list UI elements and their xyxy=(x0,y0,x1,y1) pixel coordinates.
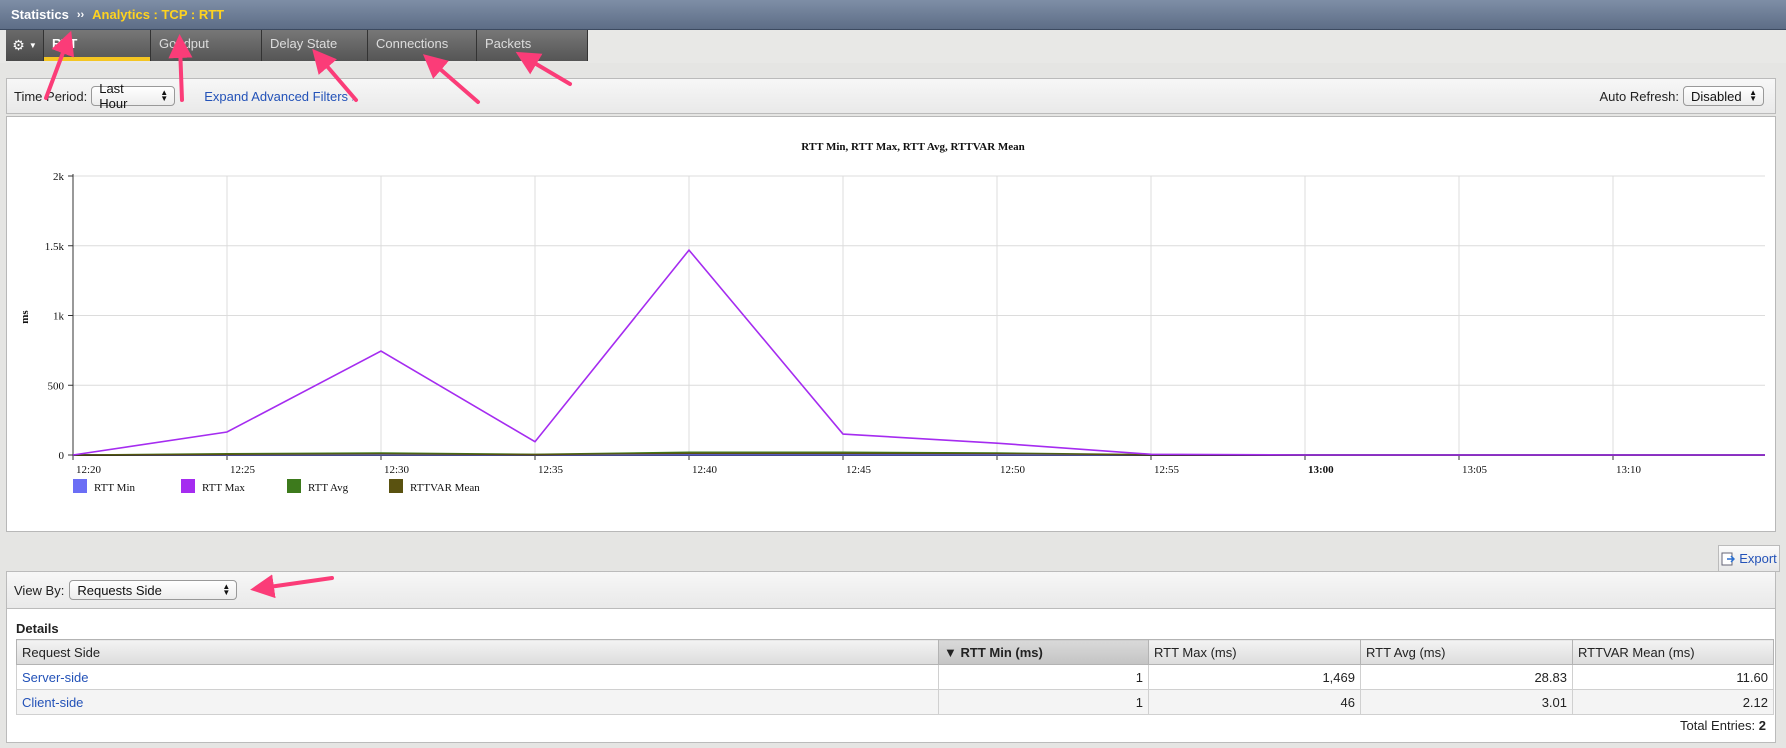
chart-title: RTT Min, RTT Max, RTT Avg, RTTVAR Mean xyxy=(801,141,1025,153)
table-row: Client-side 1 46 3.01 2.12 xyxy=(16,689,1774,715)
chart-legend: RTT Min RTT Max RTT Avg RTTVAR Mean xyxy=(73,479,480,494)
rtt-line-chart: RTT Min, RTT Max, RTT Avg, RTTVAR Mean m… xyxy=(19,141,1765,494)
total-entries: Total Entries: 2 xyxy=(1680,718,1766,733)
breadcrumb-separator: ›› xyxy=(76,8,85,21)
tab-packets[interactable]: Packets xyxy=(477,30,588,61)
table-cell: 11.60 xyxy=(1572,664,1774,690)
x-tick-label: 12:40 xyxy=(692,464,718,476)
expand-advanced-filters-link[interactable]: Expand Advanced Filters » xyxy=(204,89,357,104)
auto-refresh-select[interactable]: Disabled ▲ ▼ xyxy=(1683,86,1764,106)
select-arrows-icon: ▲ ▼ xyxy=(160,88,169,103)
breadcrumb-root[interactable]: Statistics xyxy=(11,7,69,22)
client-side-link[interactable]: Client-side xyxy=(22,695,83,710)
chart-series xyxy=(72,248,1765,456)
legend-label: RTTVAR Mean xyxy=(410,482,480,494)
y-tick-label: 2k xyxy=(53,171,65,183)
table-cell: 1 xyxy=(938,664,1149,690)
column-header-request-side[interactable]: Request Side xyxy=(16,639,939,665)
column-header-rttvar-mean[interactable]: RTTVAR Mean (ms) xyxy=(1572,639,1774,665)
breadcrumb: Statistics ›› Analytics : TCP : RTT xyxy=(0,0,1786,30)
chart-x-ticks: 12:20 12:25 12:30 12:35 12:40 12:45 12:50 12:55… xyxy=(72,455,1642,476)
auto-refresh-value: Disabled xyxy=(1691,88,1742,104)
time-period-label: Time Period: xyxy=(14,88,88,104)
table-cell: 28.83 xyxy=(1360,664,1573,690)
series-line-rtt-max xyxy=(72,248,1765,456)
tab-rtt[interactable]: RTT xyxy=(44,30,151,61)
breadcrumb-current: Analytics : TCP : RTT xyxy=(92,7,225,22)
table-row: Server-side 1 1,469 28.83 11.60 xyxy=(16,664,1774,690)
chart-grid xyxy=(72,174,1765,456)
time-period-select[interactable]: Last Hour ▲ ▼ xyxy=(91,81,176,111)
table-cell: 1 xyxy=(938,689,1149,715)
legend-swatch xyxy=(389,479,403,493)
column-header-rtt-avg[interactable]: RTT Avg (ms) xyxy=(1360,639,1573,665)
column-header-rtt-min-label: RTT Min (ms) xyxy=(960,644,1043,660)
column-header-rtt-min[interactable]: ▼ RTT Min (ms) xyxy=(938,639,1149,665)
x-tick-label: 12:45 xyxy=(846,464,872,476)
legend-label: RTT Avg xyxy=(308,482,349,494)
filter-bar: Time Period: Last Hour ▲ ▼ Expand Advance… xyxy=(6,78,1776,114)
tab-connections[interactable]: Connections xyxy=(368,30,477,61)
caret-down-icon: ▼ xyxy=(28,41,37,50)
view-by-select[interactable]: Requests Side ▲ ▼ xyxy=(69,580,238,600)
details-panel: Details Request Side ▼ RTT Min (ms) RTT … xyxy=(6,609,1776,743)
x-tick-label: 12:30 xyxy=(384,464,410,476)
select-arrows-icon: ▲ ▼ xyxy=(222,582,231,597)
gear-icon: ⚙ xyxy=(12,37,25,53)
legend-label: RTT Min xyxy=(94,482,136,494)
export-button[interactable]: Export xyxy=(1718,545,1780,572)
legend-label: RTT Max xyxy=(202,482,245,494)
sort-descending-icon: ▼ xyxy=(944,644,957,660)
select-arrows-icon: ▲ ▼ xyxy=(1749,88,1757,103)
y-tick-label: 0 xyxy=(59,450,65,462)
y-tick-label: 500 xyxy=(48,380,65,392)
legend-swatch xyxy=(287,479,301,493)
time-period-value: Last Hour xyxy=(99,81,128,111)
x-tick-label: 12:35 xyxy=(538,464,564,476)
details-table: Request Side ▼ RTT Min (ms) RTT Max (ms)… xyxy=(16,639,1774,715)
gear-menu-button[interactable]: ⚙ ▼ xyxy=(6,30,44,61)
total-entries-value: 2 xyxy=(1758,718,1766,733)
y-tick-label: 1k xyxy=(53,311,65,323)
table-cell: 3.01 xyxy=(1360,689,1573,715)
x-tick-label: 13:10 xyxy=(1616,464,1642,476)
column-header-rtt-max[interactable]: RTT Max (ms) xyxy=(1148,639,1361,665)
y-tick-label: 1.5k xyxy=(45,241,65,253)
chart-panel: RTT Min, RTT Max, RTT Avg, RTTVAR Mean m… xyxy=(6,116,1776,532)
table-cell: 1,469 xyxy=(1148,664,1361,690)
x-tick-label: 13:00 xyxy=(1308,464,1334,476)
tab-delay-state[interactable]: Delay State xyxy=(262,30,368,61)
total-entries-label: Total Entries: xyxy=(1679,718,1756,733)
table-cell: 46 xyxy=(1148,689,1361,715)
details-title: Details xyxy=(16,621,59,636)
view-by-bar: View By: Requests Side ▲ ▼ xyxy=(6,571,1776,609)
server-side-link[interactable]: Server-side xyxy=(22,670,88,685)
x-tick-label: 12:20 xyxy=(76,464,102,476)
table-cell-request-side: Server-side xyxy=(16,664,939,690)
double-chevron-down-icon: » xyxy=(351,92,358,104)
legend-swatch xyxy=(73,479,87,493)
table-cell-request-side: Client-side xyxy=(16,689,939,715)
application-window: Statistics ›› Analytics : TCP : RTT ⚙ ▼ R… xyxy=(0,0,1786,748)
auto-refresh-label: Auto Refresh: xyxy=(1599,88,1680,104)
export-label: Export xyxy=(1739,551,1777,566)
table-cell: 2.12 xyxy=(1572,689,1774,715)
tab-strip: ⚙ ▼ RTT Goodput Delay State Connections P… xyxy=(0,30,1786,63)
expand-filters-label: Expand Advanced Filters xyxy=(204,88,349,104)
export-icon xyxy=(1721,552,1736,565)
x-tick-label: 12:55 xyxy=(1154,464,1180,476)
legend-swatch xyxy=(181,479,195,493)
x-tick-label: 12:50 xyxy=(1000,464,1026,476)
chart-y-axis-label: ms xyxy=(19,310,31,324)
tab-goodput[interactable]: Goodput xyxy=(151,30,262,61)
x-tick-label: 12:25 xyxy=(230,464,256,476)
view-by-value: Requests Side xyxy=(77,582,162,598)
view-by-label: View By: xyxy=(14,582,65,598)
x-tick-label: 13:05 xyxy=(1462,464,1488,476)
chart-y-ticks: 0 500 1k 1.5k 2k xyxy=(45,171,73,462)
